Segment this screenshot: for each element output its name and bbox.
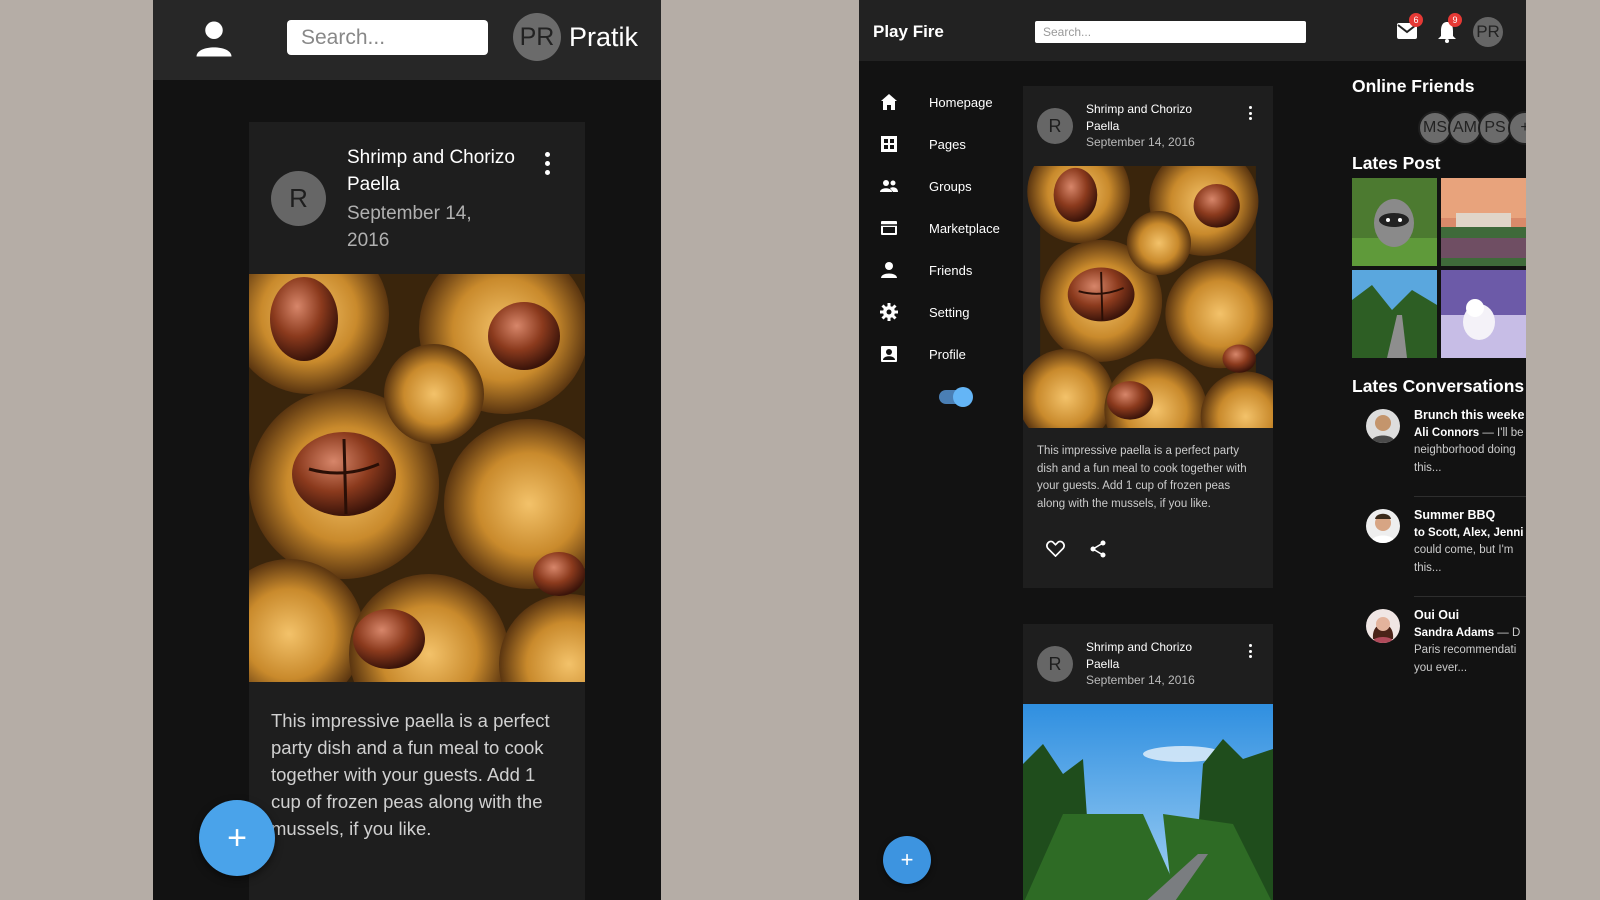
conversation-text: Summer BBQ to Scott, Alex, Jenni could c… xyxy=(1414,507,1526,577)
conversation-item[interactable]: Brunch this weeke Ali Connors — I'll be … xyxy=(1352,397,1526,497)
conversation-text: Oui Oui Sandra Adams — D Paris recommend… xyxy=(1414,607,1526,677)
conversation-preview: this... xyxy=(1414,461,1442,474)
online-friends-title: Online Friends xyxy=(1352,76,1475,96)
share-icon[interactable] xyxy=(1090,540,1107,558)
post-header: R Shrimp and Chorizo Paella September 14… xyxy=(1023,86,1273,166)
sidebar-item-friends[interactable]: Friends xyxy=(859,229,1019,278)
contact-avatar xyxy=(1366,609,1400,643)
conversation-preview: you ever... xyxy=(1414,661,1468,674)
more-vert-icon[interactable] xyxy=(1249,106,1253,123)
post-card: R Shrimp and Chorizo Paella September 14… xyxy=(1023,624,1273,900)
post-body: This impressive paella is a perfect part… xyxy=(271,710,550,839)
friend-avatar[interactable]: MS xyxy=(1418,111,1452,145)
avatar[interactable]: PR xyxy=(1473,17,1503,47)
more-vert-icon[interactable] xyxy=(1249,644,1253,661)
post-header: R Shrimp and Chorizo Paella September 14… xyxy=(249,122,585,274)
sidebar-item-profile[interactable]: Profile xyxy=(859,313,1019,362)
conversation-preview: — D xyxy=(1494,626,1521,639)
conversation-sender: Ali Connors xyxy=(1414,426,1480,439)
conversation-item[interactable]: Summer BBQ to Scott, Alex, Jenni could c… xyxy=(1352,497,1526,597)
online-friends-list: MS AM PS + xyxy=(1352,97,1526,153)
conversation-preview: could come, but I'm xyxy=(1414,544,1514,556)
heart-icon[interactable] xyxy=(1046,540,1065,557)
sidebar-item-homepage[interactable]: Homepage xyxy=(859,61,1019,110)
brand-logo[interactable]: Play Fire xyxy=(873,22,944,42)
more-vert-icon[interactable] xyxy=(545,152,551,176)
sidebar-item-marketplace[interactable]: Marketplace xyxy=(859,187,1019,236)
conversation-preview: neighborhood doing xyxy=(1414,444,1516,456)
post-title: Shrimp and Chorizo Paella xyxy=(1086,640,1193,671)
sidebar-item-setting[interactable]: Setting xyxy=(859,271,1019,321)
sidebar-nav: Homepage Pages Groups Marketplace Friend… xyxy=(859,61,1019,407)
conversation-item[interactable]: Oui Oui Sandra Adams — D Paris recommend… xyxy=(1352,597,1526,697)
post-date: September 14, 2016 xyxy=(1086,135,1195,149)
latest-post-thumb[interactable] xyxy=(1441,178,1526,266)
conversation-subject: Oui Oui xyxy=(1414,608,1460,622)
search-input[interactable] xyxy=(1035,21,1306,43)
post-actions xyxy=(1023,530,1273,588)
conversation-preview: — I'll be xyxy=(1479,426,1524,439)
dark-mode-row xyxy=(859,355,1019,407)
post-image xyxy=(249,274,585,682)
conversation-sender: to Scott, Alex, Jenni xyxy=(1414,526,1524,539)
post-body: This impressive paella is a perfect part… xyxy=(1037,445,1247,510)
conversation-preview: this... xyxy=(1414,561,1442,574)
moon-icon xyxy=(885,388,893,404)
desktop-preview: Play Fire 6 9 PR Homepage Pages Groups M… xyxy=(859,0,1526,900)
post-title: Shrimp and Chorizo Paella xyxy=(347,147,515,195)
add-post-button[interactable]: + xyxy=(883,836,931,884)
post-avatar: R xyxy=(271,171,326,226)
post-date: September 14, 2016 xyxy=(1086,673,1195,687)
latest-post-grid xyxy=(1352,178,1526,358)
post-image xyxy=(1023,704,1273,900)
friend-avatar[interactable]: AM xyxy=(1448,111,1482,145)
contact-avatar xyxy=(1366,409,1400,443)
post-image xyxy=(1023,166,1273,428)
post-avatar: R xyxy=(1037,646,1073,682)
sidebar-item-groups[interactable]: Groups xyxy=(859,145,1019,194)
notification-badge: 9 xyxy=(1448,13,1462,27)
right-sidebar: Online Friends MS AM PS + Lates Post Lat… xyxy=(1352,76,1526,697)
mail-badge: 6 xyxy=(1409,13,1423,27)
conversation-text: Brunch this weeke Ali Connors — I'll be … xyxy=(1414,407,1526,477)
conversation-preview: Paris recommendati xyxy=(1414,644,1517,656)
conversation-subject: Summer BBQ xyxy=(1414,508,1496,522)
mobile-top-bar: PR Pratik xyxy=(153,0,661,80)
post-date: September 14, 2016 xyxy=(347,203,472,251)
feed: R Shrimp and Chorizo Paella September 14… xyxy=(1023,86,1273,900)
post-avatar: R xyxy=(1037,108,1073,144)
latest-post-thumb[interactable] xyxy=(1352,270,1437,358)
mobile-search-input[interactable] xyxy=(287,20,488,55)
post-title: Shrimp and Chorizo Paella xyxy=(1086,102,1193,133)
latest-conversations-title: Lates Conversations xyxy=(1352,376,1525,396)
latest-post-title: Lates Post xyxy=(1352,153,1441,173)
contact-avatar xyxy=(1366,509,1400,543)
latest-post-thumb[interactable] xyxy=(1352,178,1437,266)
user-icon[interactable] xyxy=(193,18,235,60)
add-post-button[interactable]: + xyxy=(199,800,275,876)
post-card: R Shrimp and Chorizo Paella September 14… xyxy=(1023,86,1273,588)
conversation-sender: Sandra Adams xyxy=(1414,626,1495,639)
friend-avatar[interactable]: PS xyxy=(1478,111,1512,145)
user-name: Pratik xyxy=(569,22,639,52)
toggle-knob xyxy=(953,387,973,407)
more-friends-avatar[interactable]: + xyxy=(1508,111,1526,145)
post-header: R Shrimp and Chorizo Paella September 14… xyxy=(1023,624,1273,704)
post-card: R Shrimp and Chorizo Paella September 14… xyxy=(249,122,585,900)
latest-post-thumb[interactable] xyxy=(1441,270,1526,358)
conversation-subject: Brunch this weeke xyxy=(1414,408,1525,422)
dark-mode-toggle[interactable] xyxy=(939,387,973,407)
mobile-preview: PR Pratik R Shrimp and Chorizo Paella Se… xyxy=(153,0,661,900)
avatar[interactable]: PR xyxy=(513,13,561,61)
top-bar: Play Fire 6 9 PR xyxy=(859,0,1526,61)
sidebar-item-pages[interactable]: Pages xyxy=(859,103,1019,152)
